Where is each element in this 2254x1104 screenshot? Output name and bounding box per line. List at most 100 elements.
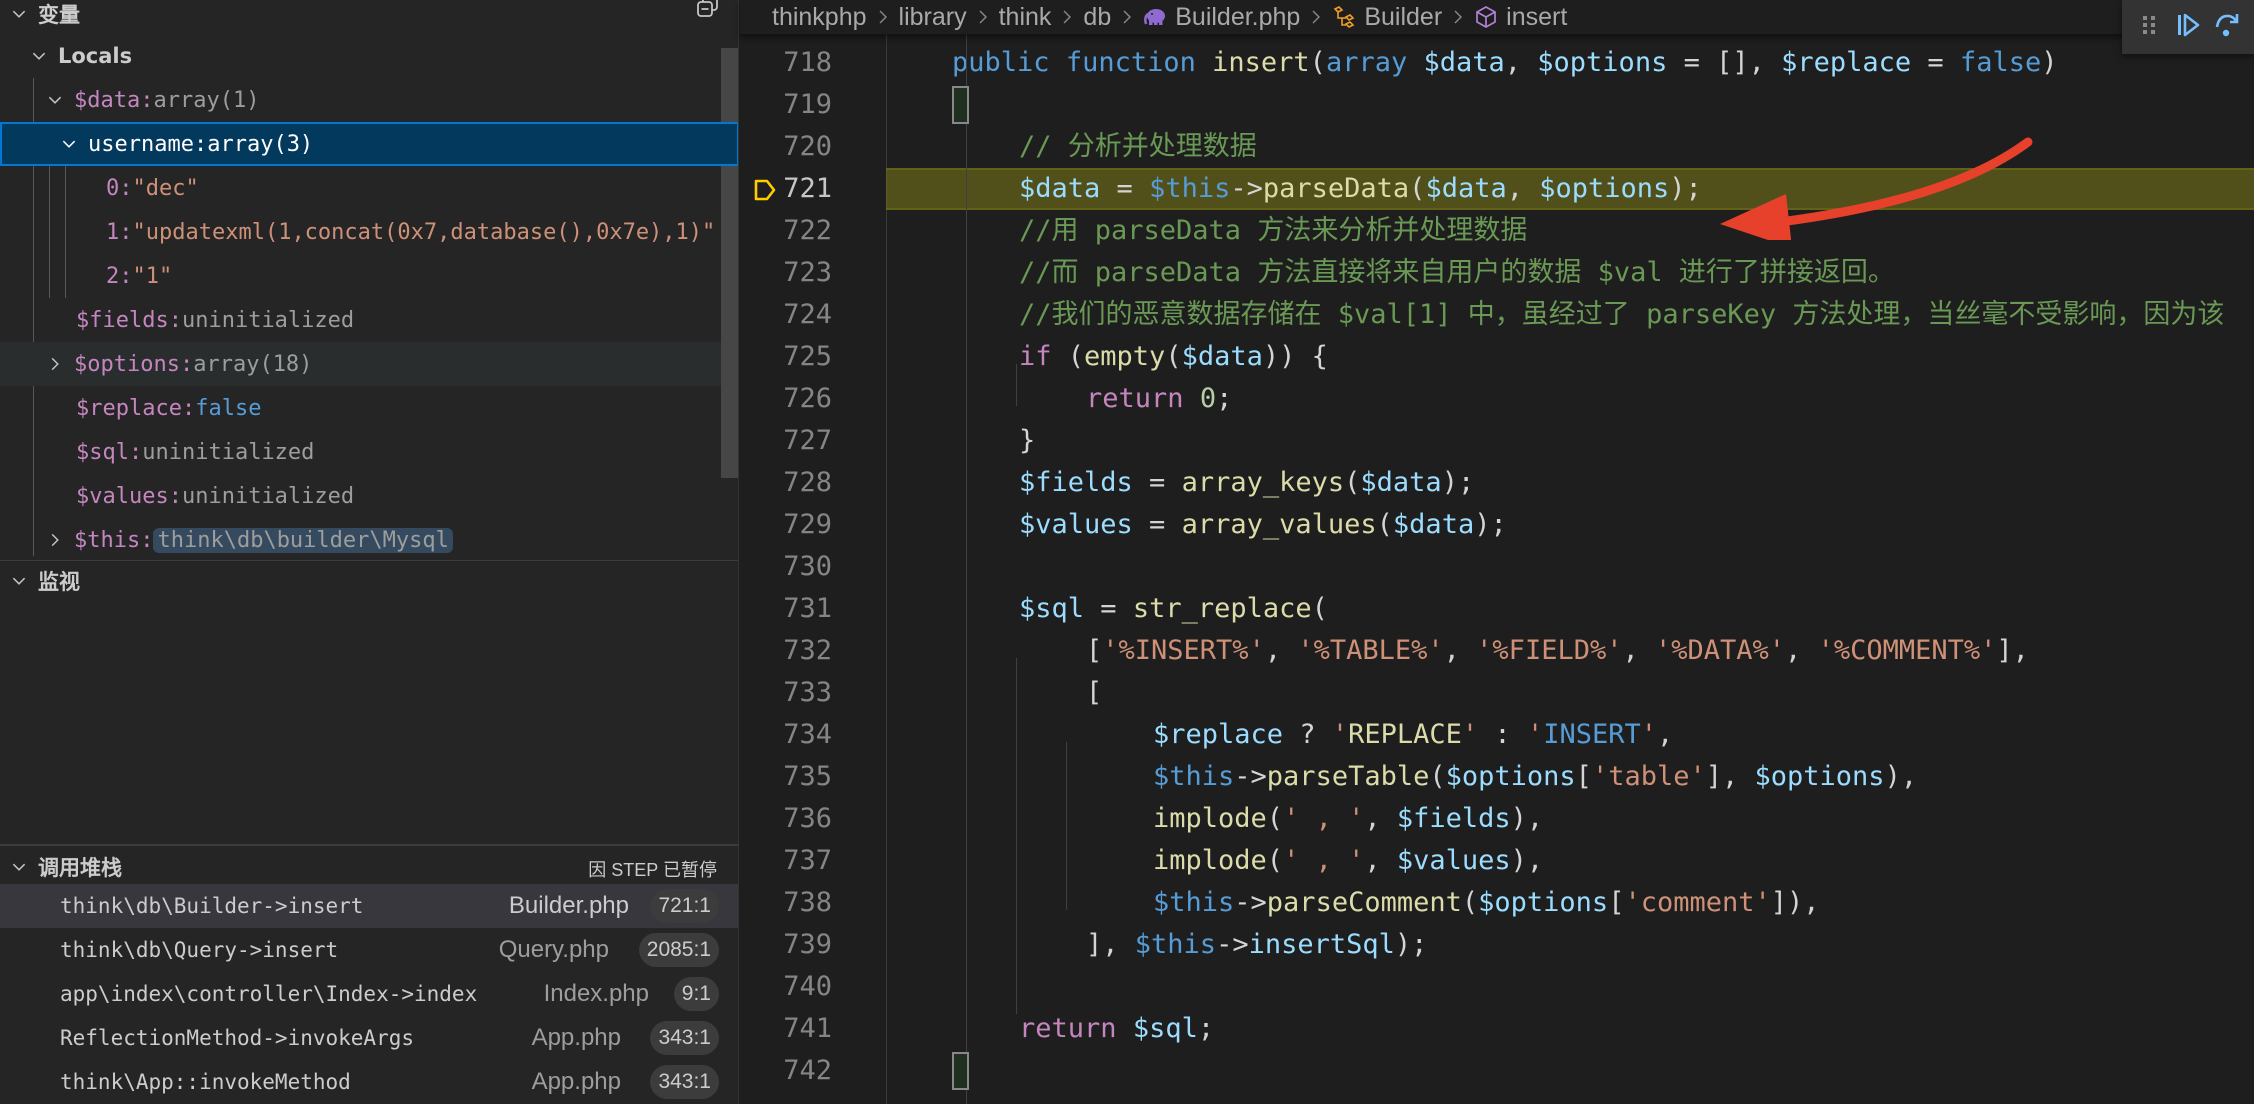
chevron-down-icon [28,47,50,65]
code-line[interactable]: 726 return 0; [740,378,2254,420]
callstack-frame[interactable]: ReflectionMethod->invokeArgs App.php 343… [0,1016,738,1060]
code-token: ) [2041,47,2058,78]
code-token: : [1478,719,1527,750]
line-gutter[interactable]: 721 [740,168,886,210]
chevron-right-icon [877,8,889,26]
code-line[interactable]: 722 //用 parseData 方法来分析并处理数据 [740,210,2254,252]
code-token: , [1506,173,1540,204]
chevron-right-icon [1121,8,1133,26]
code-token: array_values [1181,509,1377,540]
line-gutter[interactable]: 736 [740,798,886,840]
callstack-frame[interactable]: think\db\Query->insert Query.php 2085:1 [0,928,738,972]
code-line[interactable]: 732 ['%INSERT%', '%TABLE%', '%FIELD%', '%… [740,630,2254,672]
breadcrumb-item[interactable]: Builder [1364,3,1442,32]
drag-handle-icon[interactable] [2135,11,2163,43]
line-gutter[interactable]: 732 [740,630,886,672]
variable-row-data[interactable]: $data: array(1) [0,78,730,122]
code-token: $sql [1019,593,1085,624]
line-gutter[interactable]: 740 [740,966,886,1008]
code-token: ' [1526,719,1544,750]
code-line[interactable]: 729 $values = array_values($data); [740,504,2254,546]
line-gutter[interactable]: 741 [740,1008,886,1050]
code-line[interactable]: 736 implode(' , ', $fields), [740,798,2254,840]
callstack-frame[interactable]: think\App::invokeMethod App.php 343:1 [0,1060,738,1104]
line-gutter[interactable]: 719 [740,84,886,126]
code-line[interactable]: 725 if (empty($data)) { [740,336,2254,378]
line-gutter[interactable]: 725 [740,336,886,378]
code-line[interactable]: 720 // 分析并处理数据 [740,126,2254,168]
breadcrumb-item[interactable]: Builder.php [1175,3,1300,32]
code-line[interactable]: 737 implode(' , ', $values), [740,840,2254,882]
breadcrumb-item[interactable]: db [1083,3,1111,32]
code-token: ( [1311,593,1328,624]
code-line[interactable]: 733 [ [740,672,2254,714]
variable-row-username[interactable]: username: array(3) [0,122,738,166]
variable-row-fields[interactable]: $fields: uninitialized [0,298,730,342]
line-gutter[interactable]: 723 [740,252,886,294]
collapse-all-icon[interactable] [695,0,721,20]
code-token: $options [1539,173,1670,204]
line-gutter[interactable]: 738 [740,882,886,924]
continue-icon[interactable] [2174,11,2202,43]
breadcrumb-item[interactable]: library [899,3,967,32]
frame-position-badge: 721:1 [650,889,719,923]
code-line[interactable]: 723 //而 parseData 方法直接将来自用户的数据 $val 进行了拼接… [740,252,2254,294]
line-gutter[interactable]: 720 [740,126,886,168]
locals-label: Locals [58,44,133,68]
variable-row-element-2[interactable]: 2: "1" [0,254,730,298]
callstack-section-header[interactable]: 调用堆栈 因 STEP 已暂停 [0,844,738,888]
code-editor[interactable]: thinkphp library think db Builder.php Bu… [740,0,2254,1104]
line-gutter[interactable]: 727 [740,420,886,462]
variable-row-element-0[interactable]: 0: "dec" [0,166,730,210]
locals-scope[interactable]: Locals [0,34,730,78]
variable-row-element-1[interactable]: 1: "updatexml(1,concat(0x7,database(),0x… [0,210,730,254]
variable-row-values[interactable]: $values: uninitialized [0,474,730,518]
line-gutter[interactable]: 718 [740,42,886,84]
code-line[interactable]: 730 [740,546,2254,588]
breadcrumb-item[interactable]: think [999,3,1052,32]
line-gutter[interactable]: 724 [740,294,886,336]
code-line[interactable]: 718 public function insert(array $data, $… [740,42,2254,84]
code-line[interactable]: 738 $this->parseComment($options['comment… [740,882,2254,924]
line-gutter[interactable]: 733 [740,672,886,714]
variable-row-replace[interactable]: $replace: false [0,386,730,430]
line-gutter[interactable]: 728 [740,462,886,504]
frame-file: Index.php [543,980,649,1007]
line-gutter[interactable]: 739 [740,924,886,966]
code-line-current[interactable]: 721 $data = $this->parseData($data, $opti… [740,168,2254,210]
code-line[interactable]: 728 $fields = array_keys($data); [740,462,2254,504]
callstack-frame[interactable]: think\db\Builder->insert Builder.php 721… [0,884,738,928]
variable-name: $replace [76,395,182,421]
code-line[interactable]: 724 //我们的恶意数据存储在 $val[1] 中，虽经过了 parseKey … [740,294,2254,336]
code-line[interactable]: 740 [740,966,2254,1008]
variables-section-header[interactable]: 变量 [0,0,738,34]
code-line[interactable]: 727} [740,420,2254,462]
line-gutter[interactable]: 722 [740,210,886,252]
line-gutter[interactable]: 737 [740,840,886,882]
line-gutter[interactable]: 742 [740,1050,886,1092]
code-line[interactable]: 735 $this->parseTable($options['table'], … [740,756,2254,798]
variable-row-options[interactable]: $options: array(18) [0,342,721,386]
step-over-icon[interactable] [2213,11,2241,43]
line-gutter[interactable]: 729 [740,504,886,546]
line-gutter[interactable]: 734 [740,714,886,756]
line-gutter[interactable]: 735 [740,756,886,798]
variable-row-this[interactable]: $this: think\db\builder\Mysql [0,518,730,562]
line-gutter[interactable]: 731 [740,588,886,630]
watch-section-header[interactable]: 监视 [0,560,738,600]
chevron-right-icon [977,8,989,26]
line-gutter[interactable]: 730 [740,546,886,588]
breadcrumb-item[interactable]: insert [1506,3,1567,32]
code-line[interactable]: 741 return $sql; [740,1008,2254,1050]
line-gutter[interactable]: 726 [740,378,886,420]
frame-file: App.php [531,1024,621,1051]
code-line[interactable]: 739], $this->insertSql); [740,924,2254,966]
callstack-frame[interactable]: app\index\controller\Index->index Index.… [0,972,738,1016]
code-line[interactable]: 731 $sql = str_replace( [740,588,2254,630]
code-token: ( [1409,173,1426,204]
code-token: 'table' [1591,761,1706,792]
variable-row-sql[interactable]: $sql: uninitialized [0,430,730,474]
breadcrumb-item[interactable]: thinkphp [772,3,867,32]
code-line[interactable]: 734 $replace ? 'REPLACE' : 'INSERT', [740,714,2254,756]
